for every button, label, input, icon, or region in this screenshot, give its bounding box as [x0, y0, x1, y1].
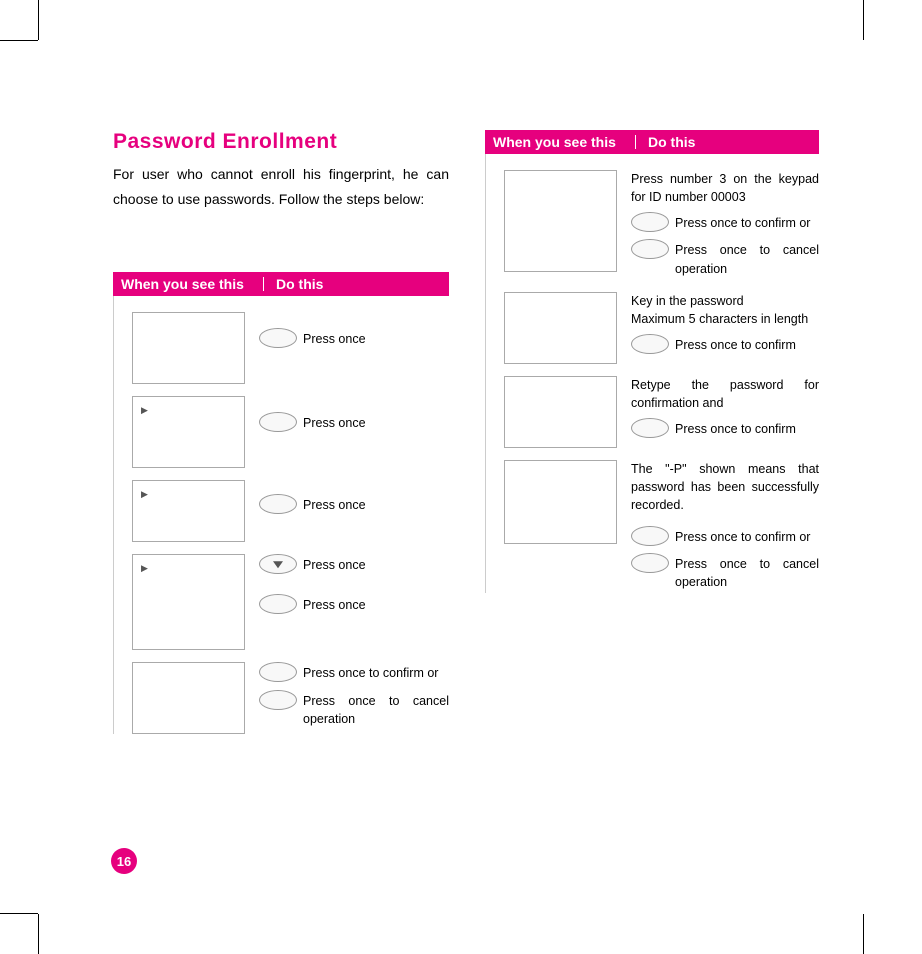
keypad-button-icon [631, 334, 669, 354]
action-cell: Key in the password Maximum 5 characters… [631, 292, 819, 361]
keypad-button-icon [259, 494, 297, 514]
page-number: 16 [117, 854, 131, 869]
action-cell: Press once [259, 480, 449, 521]
device-screen [504, 170, 617, 272]
table-row: ▶ Press once [132, 396, 449, 468]
crop-mark [0, 40, 38, 41]
step-description: Key in the password Maximum 5 characters… [631, 292, 819, 328]
table-row: The "-P" shown means that password has b… [504, 460, 819, 594]
action-text: Press once to cancel operation [675, 553, 819, 591]
table-row: Press number 3 on the keypad for ID numb… [504, 170, 819, 280]
device-screen [504, 460, 617, 544]
crop-mark [0, 913, 38, 914]
table-row: Retype the password for confirmation and… [504, 376, 819, 448]
page: Password Enrollment For user who cannot … [38, 40, 864, 914]
intro-text: For user who cannot enroll his fingerpri… [113, 162, 449, 212]
keypad-button-icon [259, 690, 297, 710]
keypad-button-icon [259, 412, 297, 432]
device-screen: ▶ [132, 554, 245, 650]
action-cell: Press number 3 on the keypad for ID numb… [631, 170, 819, 280]
table-row: ▶ Press once Press once [132, 554, 449, 650]
device-screen: ▶ [132, 480, 245, 542]
keypad-button-icon [259, 662, 297, 682]
device-screen: ▶ [132, 396, 245, 468]
action-text: Press once to confirm [675, 334, 819, 354]
table-header: When you see this Do this [113, 272, 449, 296]
keypad-button-icon [631, 418, 669, 438]
device-screen [504, 376, 617, 448]
action-cell: Press once [259, 396, 449, 439]
table-row: ▶ Press once [132, 480, 449, 542]
action-cell: Press once Press once [259, 554, 449, 620]
action-text: Press once to confirm or [675, 212, 819, 232]
down-button-icon [259, 554, 297, 574]
keypad-button-icon [631, 212, 669, 232]
cursor-icon: ▶ [141, 405, 148, 416]
action-text: Press once [303, 412, 449, 432]
left-table-body: Press once ▶ Press once [113, 296, 449, 734]
action-text: Press once to cancel operation [675, 239, 819, 277]
crop-mark [38, 914, 39, 954]
table-header: When you see this Do this [485, 130, 819, 154]
device-screen [504, 292, 617, 364]
table-row: Press once to confirm or Press once to c… [132, 662, 449, 734]
action-text: Press once to cancel operation [303, 690, 449, 728]
action-text: Press once to confirm or [675, 526, 819, 546]
action-text: Press once to confirm or [303, 662, 449, 682]
header-col-when: When you see this [113, 276, 263, 292]
action-cell: The "-P" shown means that password has b… [631, 460, 819, 594]
action-cell: Retype the password for confirmation and… [631, 376, 819, 445]
header-col-do: Do this [264, 276, 323, 292]
right-column: When you see this Do this Press number 3… [485, 130, 819, 746]
cursor-icon: ▶ [141, 563, 148, 574]
device-screen [132, 312, 245, 384]
action-cell: Press once [259, 312, 449, 355]
section-title: Password Enrollment [113, 130, 449, 154]
header-col-do: Do this [636, 134, 695, 150]
crop-mark [863, 914, 864, 954]
step-description: Retype the password for confirmation and [631, 376, 819, 412]
left-column: Password Enrollment For user who cannot … [113, 130, 449, 746]
header-col-when: When you see this [485, 134, 635, 150]
table-row: Press once [132, 312, 449, 384]
step-description: Press number 3 on the keypad for ID numb… [631, 170, 819, 206]
keypad-button-icon [631, 239, 669, 259]
device-screen [132, 662, 245, 734]
keypad-button-icon [259, 328, 297, 348]
step-description: The "-P" shown means that password has b… [631, 460, 819, 514]
keypad-button-icon [631, 526, 669, 546]
table-row: Key in the password Maximum 5 characters… [504, 292, 819, 364]
action-cell: Press once to confirm or Press once to c… [259, 662, 449, 729]
action-text: Press once [303, 328, 449, 348]
crop-mark [863, 0, 864, 40]
keypad-button-icon [631, 553, 669, 573]
action-text: Press once to confirm [675, 418, 819, 438]
action-text: Press once [303, 494, 449, 514]
page-number-badge: 16 [111, 848, 137, 874]
cursor-icon: ▶ [141, 489, 148, 500]
crop-mark [38, 0, 39, 40]
keypad-button-icon [259, 594, 297, 614]
right-table-body: Press number 3 on the keypad for ID numb… [485, 154, 819, 593]
action-text: Press once [303, 554, 449, 574]
action-text: Press once [303, 594, 449, 614]
